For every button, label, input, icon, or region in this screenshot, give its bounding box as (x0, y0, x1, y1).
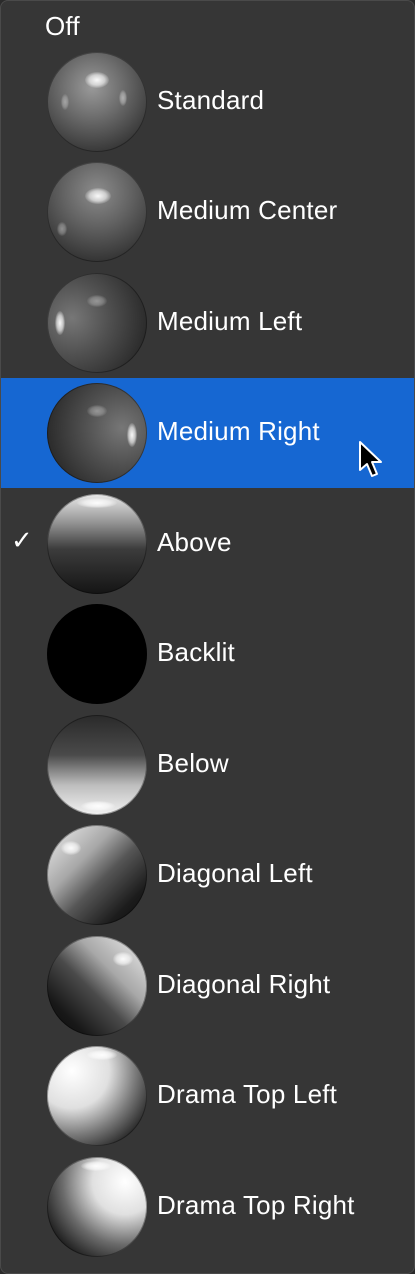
sphere-above-icon (47, 494, 147, 594)
menu-item-label: Medium Right (157, 416, 320, 446)
menu-item-standard[interactable]: Standard (1, 47, 414, 157)
menu-item-label: Backlit (157, 637, 235, 667)
menu-item-medium-center[interactable]: Medium Center (1, 157, 414, 267)
menu-item-label: Off (45, 11, 80, 41)
menu-item-below[interactable]: Below (1, 710, 414, 820)
sphere-drama-top-left-icon (47, 1046, 147, 1146)
sphere-diagonal-left-icon (47, 825, 147, 925)
sphere-medium-left-icon (47, 273, 147, 373)
menu-item-label: Diagonal Right (157, 969, 331, 999)
menu-item-label: Above (157, 527, 232, 557)
menu-item-label: Medium Left (157, 306, 303, 336)
menu-item-diagonal-right[interactable]: Diagonal Right (1, 931, 414, 1041)
sphere-below-icon (47, 715, 147, 815)
sphere-backlit-icon (47, 604, 147, 704)
menu-item-label: Drama Top Left (157, 1079, 338, 1109)
menu-item-drama-top-left[interactable]: Drama Top Left (1, 1041, 414, 1151)
menu-item-label: Below (157, 748, 229, 778)
menu-item-diagonal-left[interactable]: Diagonal Left (1, 820, 414, 930)
menu-item-above[interactable]: ✓ Above (1, 489, 414, 599)
sphere-medium-right-icon (47, 383, 147, 483)
sphere-diagonal-right-icon (47, 936, 147, 1036)
menu-item-medium-left[interactable]: Medium Left (1, 268, 414, 378)
menu-item-drama-top-right[interactable]: Drama Top Right (1, 1152, 414, 1262)
menu-item-label: Drama Top Right (157, 1190, 355, 1220)
menu-item-backlit[interactable]: Backlit (1, 599, 414, 709)
sphere-drama-top-right-icon (47, 1157, 147, 1257)
sphere-standard-icon (47, 52, 147, 152)
mouse-pointer-icon (359, 441, 382, 477)
sphere-medium-center-icon (47, 162, 147, 262)
menu-item-label: Diagonal Left (157, 858, 313, 888)
menu-item-medium-right[interactable]: Medium Right (1, 378, 414, 488)
menu-item-label: Medium Center (157, 195, 338, 225)
menu-item-off[interactable]: Off (1, 1, 414, 49)
checkmark-icon: ✓ (11, 526, 33, 556)
menu-item-label: Standard (157, 85, 265, 115)
lighting-preset-menu: Off Standard Medium Center Medium Left M… (0, 0, 415, 1274)
